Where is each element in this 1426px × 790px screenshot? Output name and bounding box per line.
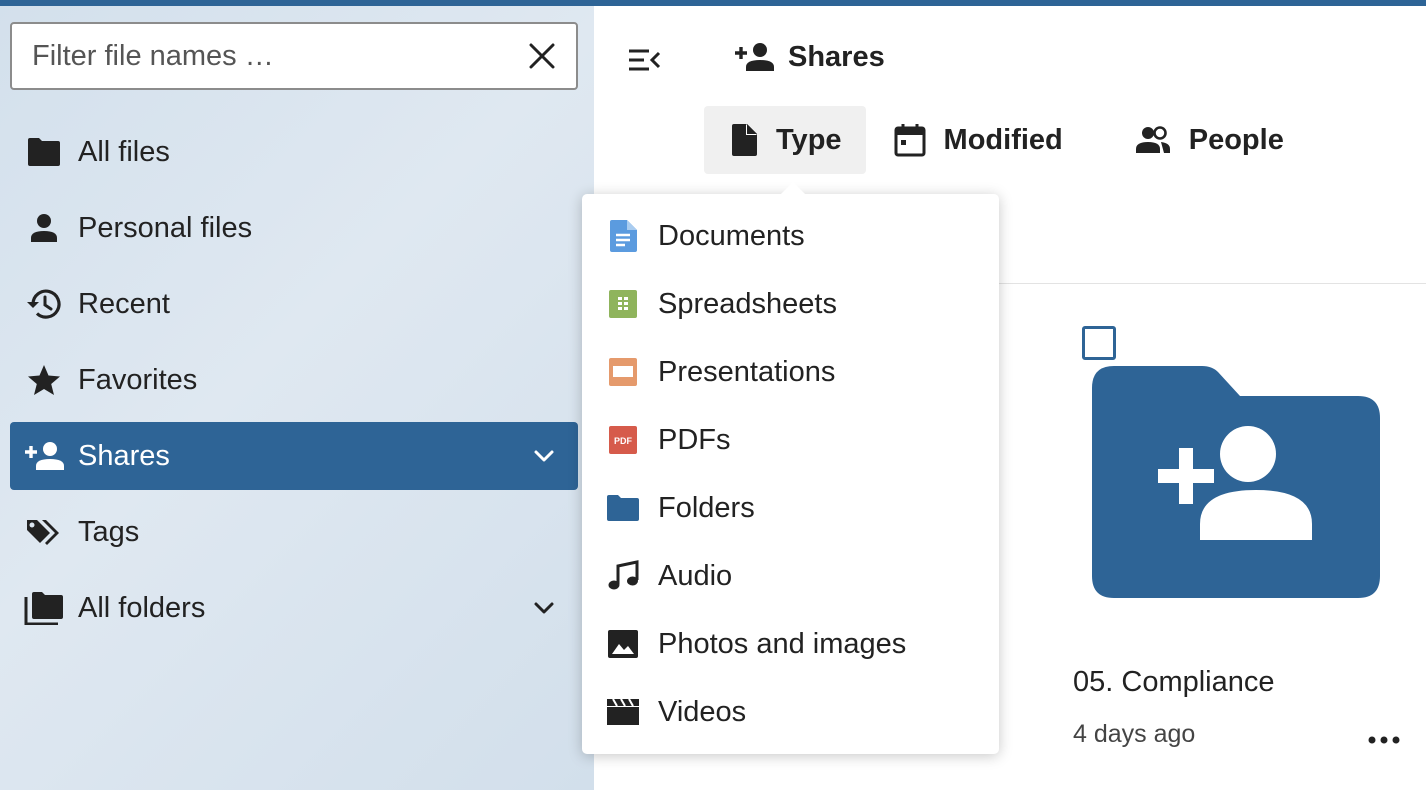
toggle-navigation-button[interactable]	[624, 40, 664, 80]
type-option-label: Folders	[658, 491, 755, 524]
type-option-label: Photos and images	[658, 627, 907, 660]
file-filters: Type Modified People	[704, 106, 1324, 174]
account-multiple-icon	[1135, 126, 1170, 153]
calendar-icon	[894, 124, 926, 157]
type-option-label: Presentations	[658, 355, 836, 388]
type-option-documents[interactable]: Documents	[582, 202, 999, 270]
sidebar-item-shares[interactable]: Shares	[10, 422, 578, 490]
type-filter-label: Type	[776, 123, 842, 156]
chevron-down-icon[interactable]	[530, 594, 558, 622]
filter-input[interactable]	[32, 39, 526, 73]
folder-icon	[606, 491, 640, 525]
type-filter-menu: Documents Spreadsheets Presentations PDF…	[582, 182, 999, 754]
app-navigation: All files Personal files Recent Favorite…	[0, 0, 594, 790]
modified-filter-label: Modified	[943, 123, 1063, 156]
sidebar-item-favorites[interactable]: Favorites	[10, 346, 578, 414]
spreadsheet-icon	[606, 287, 640, 321]
type-option-audio[interactable]: Audio	[582, 542, 999, 610]
sidebar-item-label: Shares	[78, 439, 170, 472]
music-note-icon	[606, 559, 640, 593]
file-name[interactable]: 05. Compliance	[1073, 666, 1275, 699]
folder-icon	[24, 132, 64, 172]
top-accent-bar	[0, 0, 1426, 6]
tag-multiple-icon	[24, 512, 64, 552]
image-icon	[606, 627, 640, 661]
close-icon	[529, 43, 555, 69]
account-plus-icon	[735, 43, 774, 71]
presentation-icon	[606, 355, 640, 389]
file-icon	[732, 124, 757, 156]
sidebar-item-label: Recent	[78, 287, 170, 320]
star-icon	[24, 360, 64, 400]
select-checkbox[interactable]	[1082, 326, 1116, 360]
document-icon	[606, 219, 640, 253]
page-title[interactable]: Shares	[788, 41, 885, 74]
sidebar-item-personal-files[interactable]: Personal files	[10, 194, 578, 262]
breadcrumb: Shares	[734, 34, 885, 80]
sidebar-nav: All files Personal files Recent Favorite…	[10, 118, 578, 650]
type-option-label: Spreadsheets	[658, 287, 837, 320]
type-option-spreadsheets[interactable]: Spreadsheets	[582, 270, 999, 338]
sidebar-item-tags[interactable]: Tags	[10, 498, 578, 566]
clear-filter-button[interactable]	[526, 40, 558, 72]
sidebar-item-label: Tags	[78, 515, 140, 548]
account-plus-icon	[24, 436, 64, 476]
type-option-label: Documents	[658, 219, 805, 252]
type-option-folders[interactable]: Folders	[582, 474, 999, 542]
modified-filter-button[interactable]: Modified	[882, 106, 1087, 174]
sidebar-item-all-folders[interactable]: All folders	[10, 574, 578, 642]
type-filter-button[interactable]: Type	[704, 106, 866, 174]
type-option-label: PDFs	[658, 423, 731, 456]
folder-multiple-icon	[24, 588, 64, 628]
sidebar-item-all-files[interactable]: All files	[10, 118, 578, 186]
type-option-label: Audio	[658, 559, 733, 592]
type-option-photos-images[interactable]: Photos and images	[582, 610, 999, 678]
clapperboard-icon	[606, 695, 640, 729]
sidebar-item-label: Personal files	[78, 211, 253, 244]
filter-field	[10, 22, 578, 90]
menu-collapse-icon	[629, 49, 661, 71]
account-icon	[24, 208, 64, 248]
people-filter-label: People	[1188, 123, 1284, 156]
type-option-label: Videos	[658, 695, 747, 728]
file-card[interactable]: 05. Compliance 4 days ago	[1064, 324, 1400, 784]
shared-folder-icon	[1092, 366, 1380, 598]
history-icon	[24, 284, 64, 324]
type-option-videos[interactable]: Videos	[582, 678, 999, 746]
chevron-down-icon[interactable]	[530, 442, 558, 470]
sidebar-item-recent[interactable]: Recent	[10, 270, 578, 338]
type-option-pdfs[interactable]: PDF PDFs	[582, 406, 999, 474]
sidebar-item-label: All folders	[78, 591, 206, 624]
pdf-icon: PDF	[606, 423, 640, 457]
more-actions-icon[interactable]	[1366, 728, 1402, 752]
pdf-badge-text: PDF	[614, 436, 633, 446]
file-modified: 4 days ago	[1073, 720, 1196, 748]
people-filter-button[interactable]: People	[1103, 106, 1308, 174]
sidebar-item-label: Favorites	[78, 363, 198, 396]
type-option-presentations[interactable]: Presentations	[582, 338, 999, 406]
sidebar-item-label: All files	[78, 135, 170, 168]
